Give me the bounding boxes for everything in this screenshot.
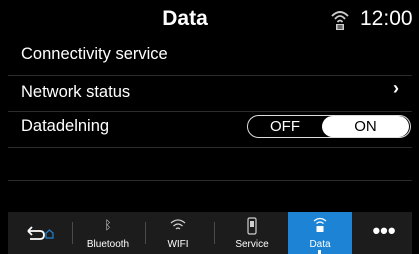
service-icon <box>247 217 257 235</box>
tab-label: Bluetooth <box>86 239 130 250</box>
toggle-off-option[interactable]: OFF <box>248 116 322 137</box>
toggle-on-option[interactable]: ON <box>322 116 409 137</box>
more-icon: ••• <box>372 218 396 243</box>
datadelning-toggle[interactable]: OFF ON <box>247 115 411 138</box>
data-icon <box>313 217 327 232</box>
row-label: Datadelning <box>21 117 110 135</box>
bluetooth-icon: ᛒ <box>104 218 112 232</box>
active-indicator <box>318 250 321 254</box>
list-item-network-status[interactable]: Network status <box>0 76 419 112</box>
more-button[interactable]: ••• <box>356 212 412 254</box>
tab-data[interactable]: Data <box>288 212 352 254</box>
tab-bluetooth[interactable]: ᛒ Bluetooth <box>80 212 136 254</box>
tab-label: Service <box>235 239 269 250</box>
tab-label: WIFI <box>167 239 189 250</box>
row-label: Network status <box>21 83 131 101</box>
separator <box>145 222 146 244</box>
separator <box>72 222 73 244</box>
tab-wifi[interactable]: WIFI <box>150 212 206 254</box>
divider <box>8 180 412 181</box>
tab-service[interactable]: Service <box>218 212 286 254</box>
divider <box>8 147 412 148</box>
back-button[interactable] <box>8 212 68 254</box>
connectivity-icon <box>329 8 351 32</box>
tab-label: Data <box>309 239 331 250</box>
list-item-connectivity-service[interactable]: Connectivity service <box>0 40 419 76</box>
page-title: Data <box>162 7 208 30</box>
chevron-right-icon: › <box>393 78 399 98</box>
wifi-icon <box>170 219 186 230</box>
separator <box>214 222 215 244</box>
clock: 12:00 <box>360 7 413 30</box>
back-home-icon <box>27 226 54 240</box>
row-label: Connectivity service <box>21 45 168 63</box>
